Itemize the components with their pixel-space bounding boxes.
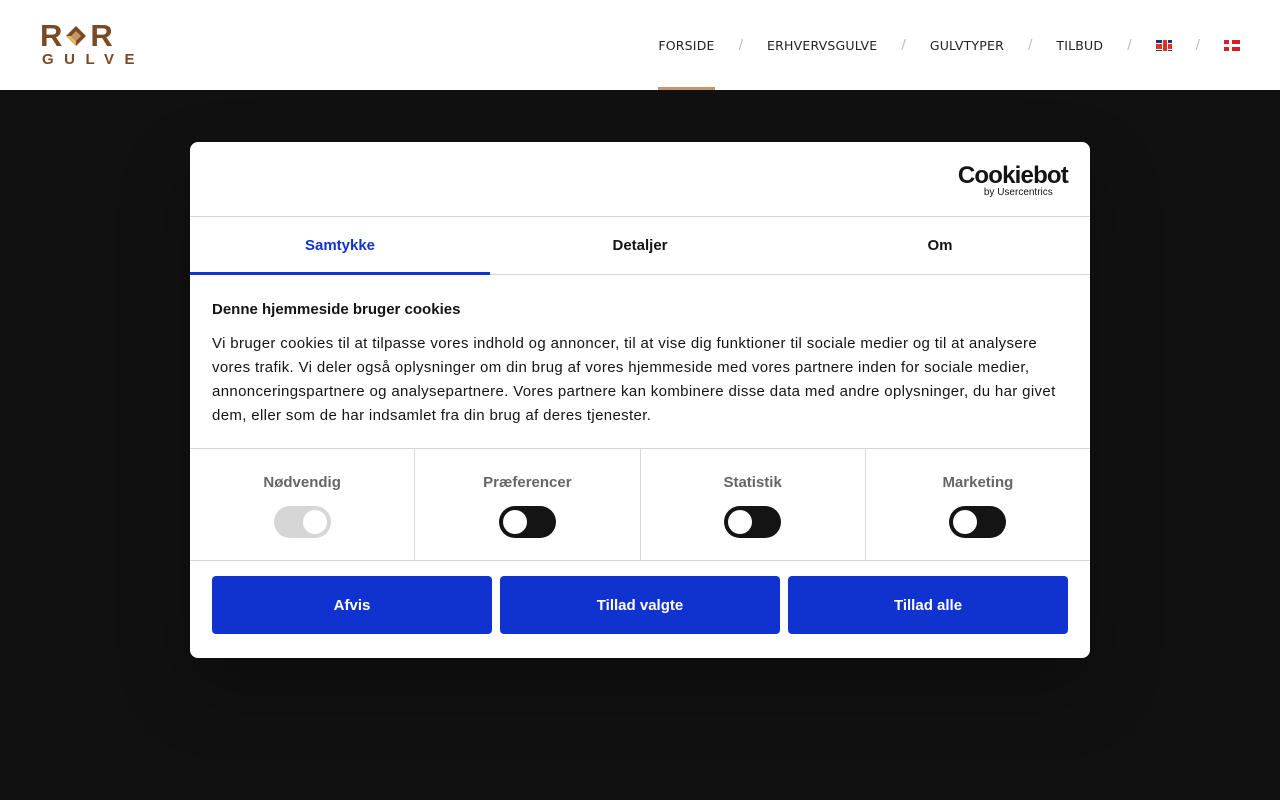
allow-all-button[interactable]: Tillad alle [788,576,1068,634]
nav-separator: / [1027,37,1033,53]
cookie-consent-dialog: Cookiebot by Usercentrics Samtykke Detal… [190,142,1090,658]
toggle-knob [953,510,978,534]
toggle-label: Præferencer [483,474,572,491]
allow-selected-button[interactable]: Tillad valgte [500,576,780,634]
toggle-group-marketing: Marketing [866,449,1090,560]
logo-letter-left: R [40,18,63,53]
toggle-group-preferences: Præferencer [415,449,641,560]
dialog-tabs: Samtykke Detaljer Om [190,217,1090,275]
cookiebot-logo[interactable]: Cookiebot by Usercentrics [957,162,1069,199]
consent-title: Denne hjemmeside bruger cookies [212,301,461,318]
toggle-label: Marketing [942,474,1014,491]
consent-text: Vi bruger cookies til at tilpasse vores … [212,335,1056,424]
dialog-header: Cookiebot by Usercentrics [190,142,1090,217]
statistics-toggle[interactable] [724,506,782,538]
uk-flag-icon [1155,39,1172,51]
main-nav: FORSIDE / ERHVERVSGULVE / GULVTYPER / TI… [658,0,1240,90]
nav-item-tilbud[interactable]: TILBUD [1056,0,1103,90]
site-logo[interactable]: R R GULVE [40,18,152,68]
marketing-toggle[interactable] [949,506,1007,538]
consent-toggles: Nødvendig Præferencer Statistik Marketin… [190,449,1090,561]
consent-body: Denne hjemmeside bruger cookies Vi bruge… [190,275,1090,449]
logo-subtitle: GULVE [42,51,146,68]
tab-detaljer[interactable]: Detaljer [490,217,790,274]
dk-flag-icon [1224,39,1240,51]
nav-item-gulvtyper[interactable]: GULVTYPER [930,0,1004,90]
nav-separator: / [1127,37,1132,53]
logo-diamond-icon [66,26,87,46]
nav-item-forside[interactable]: FORSIDE [658,0,715,90]
necessary-toggle [273,506,331,538]
toggle-knob [728,510,753,534]
site-header: R R GULVE FORSIDE / ERHVERVSGULVE / GULV… [0,0,1280,90]
preferences-toggle[interactable] [498,506,556,538]
brand-name: Cookiebot [957,162,1069,189]
tab-samtykke[interactable]: Samtykke [190,217,490,275]
nav-separator: / [901,37,906,53]
language-danish[interactable] [1224,0,1240,90]
toggle-knob [502,510,527,534]
nav-separator: / [1195,37,1200,53]
nav-separator: / [738,37,744,53]
toggle-label: Statistik [723,474,782,491]
toggle-group-statistics: Statistik [641,449,866,560]
deny-button[interactable]: Afvis [212,576,492,634]
toggle-knob [302,510,327,534]
language-english[interactable] [1155,0,1172,90]
toggle-label: Nødvendig [263,474,341,491]
logo-letter-right: R [90,18,113,53]
tab-om[interactable]: Om [790,217,1090,274]
toggle-group-necessary: Nødvendig [190,449,416,560]
consent-buttons: Afvis Tillad valgte Tillad alle [190,561,1090,634]
nav-item-erhvervsgulve[interactable]: ERHVERVSGULVE [767,0,877,90]
